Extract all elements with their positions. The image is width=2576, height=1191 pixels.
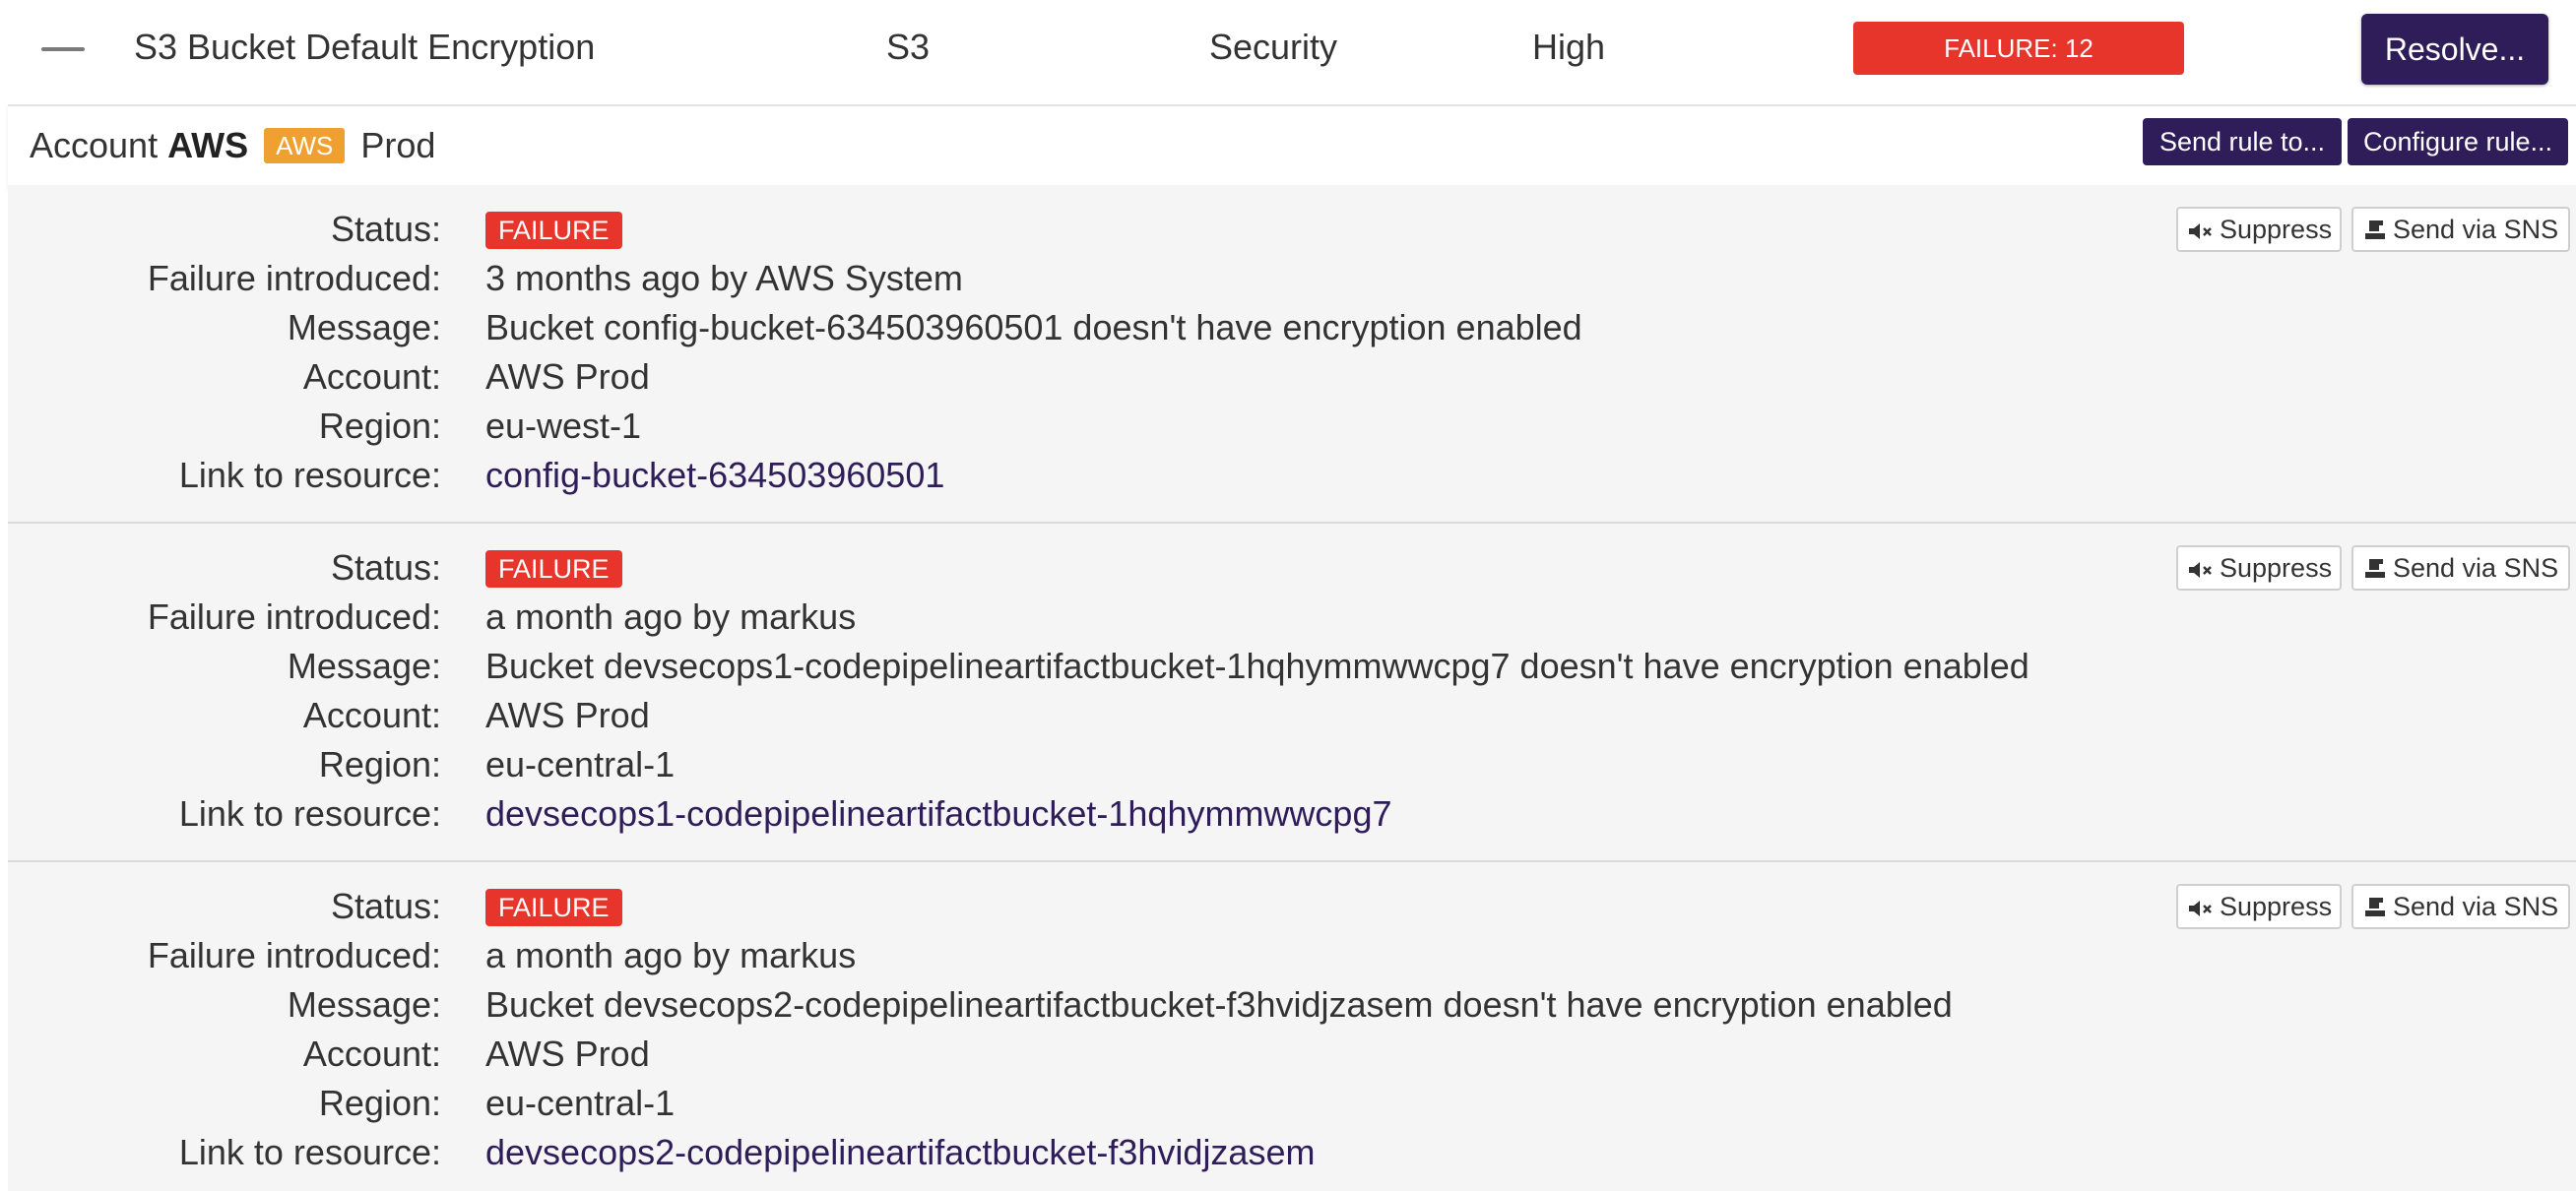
link-value: devsecops1-codepipelineartifactbucket-1h…	[485, 789, 1392, 839]
region-row: Region: eu-central-1	[8, 1079, 2174, 1128]
suppress-label: Suppress	[2220, 553, 2333, 583]
link-row: Link to resource: config-bucket-63450396…	[8, 451, 2174, 500]
aws-provider-badge: AWS	[264, 128, 346, 163]
suppress-button[interactable]: Suppress	[2176, 545, 2342, 591]
suppress-label: Suppress	[2220, 215, 2333, 244]
failure-introduced-row: Failure introduced: a month ago by marku…	[8, 593, 2174, 642]
message-label: Message:	[287, 307, 441, 347]
mute-speaker-icon	[2189, 562, 2212, 578]
status-row: Status: FAILURE	[8, 543, 2174, 593]
account-value: AWS Prod	[485, 356, 650, 397]
failure-introduced-value: a month ago by markus	[485, 596, 857, 637]
account-row: Account: AWS Prod	[8, 352, 2174, 402]
rule-category: Security	[1209, 27, 1338, 67]
send-export-icon	[2365, 220, 2385, 239]
mute-speaker-icon	[2189, 223, 2212, 239]
resource-link[interactable]: devsecops1-codepipelineartifactbucket-1h…	[485, 793, 1392, 834]
account-row: Account: AWS Prod	[8, 691, 2174, 740]
failure-entries-list: Status: FAILURE Failure introduced: 3 mo…	[8, 185, 2576, 1191]
failure-introduced-row: Failure introduced: 3 months ago by AWS …	[8, 254, 2174, 303]
resource-link[interactable]: config-bucket-634503960501	[485, 455, 944, 495]
status-label: Status:	[330, 886, 441, 926]
link-label: Link to resource:	[178, 1132, 441, 1172]
send-via-sns-button[interactable]: Send via SNS	[2351, 884, 2570, 929]
message-row: Message: Bucket devsecops2-codepipelinea…	[8, 980, 2174, 1030]
suppress-button[interactable]: Suppress	[2176, 207, 2342, 252]
account-label: Account:	[302, 356, 441, 397]
failure-introduced-label: Failure introduced:	[147, 596, 441, 637]
failure-introduced-label: Failure introduced:	[147, 935, 441, 975]
account-value: AWS Prod	[485, 1034, 650, 1074]
status-label: Status:	[330, 547, 441, 588]
rule-row: S3 Bucket Default Encryption S3 Security…	[0, 0, 2576, 102]
account-name: AWS	[167, 125, 249, 165]
send-export-icon	[2365, 559, 2385, 578]
resolve-button[interactable]: Resolve...	[2361, 14, 2548, 85]
status-label: Status:	[330, 209, 441, 249]
account-label: Account:	[302, 1034, 441, 1074]
send-via-sns-label: Send via SNS	[2393, 215, 2559, 244]
message-label: Message:	[287, 984, 441, 1025]
region-label: Region:	[318, 406, 441, 446]
status-value: FAILURE	[485, 543, 622, 593]
mute-speaker-icon	[2189, 901, 2212, 916]
region-value: eu-central-1	[485, 1083, 676, 1123]
rule-risk-level: High	[1532, 27, 1606, 67]
account-prefix: Account	[30, 125, 159, 165]
suppress-label: Suppress	[2220, 892, 2333, 921]
link-row: Link to resource: devsecops1-codepipelin…	[8, 789, 2174, 839]
message-value: Bucket devsecops1-codepipelineartifactbu…	[485, 646, 2029, 686]
failure-introduced-label: Failure introduced:	[147, 258, 441, 298]
message-row: Message: Bucket devsecops1-codepipelinea…	[8, 642, 2174, 691]
region-row: Region: eu-west-1	[8, 402, 2174, 451]
message-row: Message: Bucket config-bucket-6345039605…	[8, 303, 2174, 352]
account-environment: Prod	[360, 125, 436, 165]
rule-name: S3 Bucket Default Encryption	[134, 27, 596, 67]
status-badge: FAILURE	[485, 550, 622, 588]
status-badge: FAILURE	[485, 889, 622, 926]
region-value: eu-central-1	[485, 744, 676, 784]
region-label: Region:	[318, 1083, 441, 1123]
account-heading: Account AWS AWS Prod	[30, 120, 435, 171]
minus-icon[interactable]	[41, 47, 85, 51]
configure-rule-button[interactable]: Configure rule...	[2348, 118, 2568, 165]
send-via-sns-button[interactable]: Send via SNS	[2351, 207, 2570, 252]
status-value: FAILURE	[485, 882, 622, 931]
message-value: Bucket devsecops2-codepipelineartifactbu…	[485, 984, 1953, 1025]
link-value: devsecops2-codepipelineartifactbucket-f3…	[485, 1128, 1315, 1177]
rule-service: S3	[886, 27, 931, 67]
message-label: Message:	[287, 646, 441, 686]
message-value: Bucket config-bucket-634503960501 doesn'…	[485, 307, 1582, 347]
failure-count-badge: FAILURE: 12	[1853, 22, 2184, 75]
status-row: Status: FAILURE	[8, 205, 2174, 254]
send-rule-to-button[interactable]: Send rule to...	[2143, 118, 2342, 165]
link-label: Link to resource:	[178, 455, 441, 495]
account-bar: Account AWS AWS Prod Send rule to... Con…	[8, 104, 2576, 187]
failure-entry: Status: FAILURE Failure introduced: a mo…	[8, 524, 2576, 862]
failure-introduced-value: a month ago by markus	[485, 935, 857, 975]
account-value: AWS Prod	[485, 695, 650, 735]
send-via-sns-label: Send via SNS	[2393, 892, 2559, 921]
account-row: Account: AWS Prod	[8, 1030, 2174, 1079]
status-badge: FAILURE	[485, 212, 622, 249]
link-row: Link to resource: devsecops2-codepipelin…	[8, 1128, 2174, 1177]
region-label: Region:	[318, 744, 441, 784]
suppress-button[interactable]: Suppress	[2176, 884, 2342, 929]
link-value: config-bucket-634503960501	[485, 451, 944, 500]
region-row: Region: eu-central-1	[8, 740, 2174, 789]
account-label: Account:	[302, 695, 441, 735]
send-via-sns-button[interactable]: Send via SNS	[2351, 545, 2570, 591]
failure-introduced-row: Failure introduced: a month ago by marku…	[8, 931, 2174, 980]
link-label: Link to resource:	[178, 793, 441, 834]
failure-introduced-value: 3 months ago by AWS System	[485, 258, 963, 298]
send-export-icon	[2365, 898, 2385, 916]
status-row: Status: FAILURE	[8, 882, 2174, 931]
failure-entry: Status: FAILURE Failure introduced: 3 mo…	[8, 185, 2576, 524]
failure-entry: Status: FAILURE Failure introduced: a mo…	[8, 862, 2576, 1191]
resource-link[interactable]: devsecops2-codepipelineartifactbucket-f3…	[485, 1132, 1315, 1172]
region-value: eu-west-1	[485, 406, 642, 446]
send-via-sns-label: Send via SNS	[2393, 553, 2559, 583]
status-value: FAILURE	[485, 205, 622, 254]
